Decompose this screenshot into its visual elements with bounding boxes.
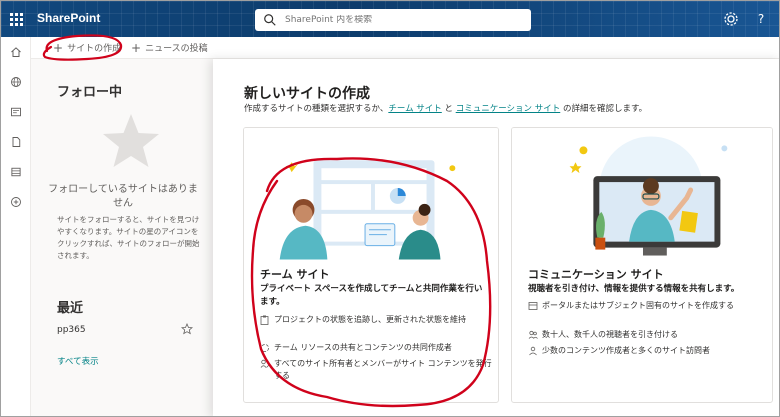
create-site-panel: 新しいサイトの作成 作成するサイトの種類を選択するか、チーム サイト と コミュ… bbox=[213, 59, 779, 416]
team-feature-text: プロジェクトの状態を追跡し、更新された状態を維持 bbox=[274, 315, 466, 324]
subtitle-text-pre: 作成するサイトの種類を選択するか、 bbox=[244, 104, 389, 114]
panel-title: 新しいサイトの作成 bbox=[244, 86, 370, 102]
app-bar bbox=[1, 37, 31, 416]
people-edit-icon bbox=[260, 358, 274, 370]
command-bar: + サイトの作成 + ニュースの投稿 bbox=[31, 37, 779, 59]
view-all-link[interactable]: すべて表示 bbox=[57, 355, 99, 367]
people-icon bbox=[528, 329, 542, 341]
following-empty-description: サイトをフォローすると、サイトを見つけやすくなります。サイトの星のアイコンをクリ… bbox=[57, 215, 200, 260]
app-launcher-button[interactable] bbox=[1, 1, 31, 37]
news-icon[interactable] bbox=[1, 97, 31, 127]
left-pane: フォロー中 フォローしているサイトはありません サイトをフォローすると、サイトを… bbox=[31, 59, 213, 416]
team-site-lead: プライベート スペースを作成してチームと共同作業を行います。 bbox=[260, 284, 483, 307]
team-site-link[interactable]: チーム サイト bbox=[388, 104, 441, 114]
suite-bar: SharePoint ? bbox=[1, 1, 779, 37]
search-input[interactable] bbox=[285, 15, 515, 25]
star-icon bbox=[103, 114, 159, 167]
communication-site-card[interactable]: コミュニケーション サイト 視聴者を引き付け、情報を提供する情報を共有します。 … bbox=[511, 127, 773, 403]
team-site-feature: すべてのサイト所有者とメンバーがサイト コンテンツを発行する bbox=[260, 358, 496, 382]
recent-site-link[interactable]: pp365 bbox=[57, 325, 197, 335]
create-site-label: サイトの作成 bbox=[67, 44, 122, 54]
add-icon[interactable] bbox=[1, 187, 31, 217]
team-site-feature: チーム リソースの共有とコンテンツの共同作成者 bbox=[260, 342, 496, 354]
communication-feature-text: ポータルまたはサブジェクト固有のサイトを作成する bbox=[542, 301, 734, 310]
communication-site-feature: 少数のコンテンツ作成者と多くのサイト訪問者 bbox=[528, 345, 764, 357]
team-feature-text: すべてのサイト所有者とメンバーがサイト コンテンツを発行する bbox=[274, 359, 492, 380]
document-icon[interactable] bbox=[1, 127, 31, 157]
panel-subtitle: 作成するサイトの種類を選択するか、チーム サイト と コミュニケーション サイト… bbox=[244, 102, 647, 114]
plus-icon: + bbox=[53, 40, 64, 55]
following-empty-title: フォローしているサイトはありません bbox=[48, 184, 198, 209]
communication-feature-text: 数十人、数千人の視聴者を引き付ける bbox=[542, 330, 678, 339]
globe-icon[interactable] bbox=[1, 67, 31, 97]
create-news-label: ニュースの投稿 bbox=[145, 44, 208, 54]
communication-site-feature: ポータルまたはサブジェクト固有のサイトを作成する bbox=[528, 300, 764, 312]
communication-site-feature: 数十人、数千人の視聴者を引き付ける bbox=[528, 329, 764, 341]
brand-title[interactable]: SharePoint bbox=[37, 11, 100, 25]
follow-star-icon[interactable] bbox=[181, 323, 193, 335]
recent-heading: 最近 bbox=[57, 301, 84, 316]
create-site-button[interactable]: + サイトの作成 bbox=[53, 40, 122, 55]
sync-icon bbox=[260, 342, 274, 354]
search-icon bbox=[264, 14, 276, 26]
lists-icon[interactable] bbox=[1, 157, 31, 187]
team-site-card[interactable]: チーム サイト プライベート スペースを作成してチームと共同作業を行います。 プ… bbox=[243, 127, 499, 403]
portal-icon bbox=[528, 300, 542, 312]
waffle-icon bbox=[9, 12, 23, 26]
reader-icon bbox=[528, 345, 542, 357]
team-site-title: チーム サイト bbox=[260, 268, 330, 281]
communication-site-illustration bbox=[512, 128, 772, 260]
subtitle-text-post: の詳細を確認します。 bbox=[560, 104, 648, 114]
team-site-illustration bbox=[244, 128, 498, 260]
team-site-feature: プロジェクトの状態を追跡し、更新された状態を維持 bbox=[260, 314, 496, 326]
help-icon[interactable]: ? bbox=[753, 11, 769, 27]
gear-icon[interactable] bbox=[723, 11, 739, 27]
plus-icon: + bbox=[131, 40, 142, 55]
home-icon[interactable] bbox=[1, 37, 31, 67]
communication-site-title: コミュニケーション サイト bbox=[528, 268, 664, 281]
browser-frame: SharePoint ? bbox=[0, 0, 780, 417]
subtitle-text-mid: と bbox=[441, 104, 456, 114]
create-news-button[interactable]: + ニュースの投稿 bbox=[131, 40, 208, 55]
communication-feature-text: 少数のコンテンツ作成者と多くのサイト訪問者 bbox=[542, 346, 710, 355]
communication-site-link[interactable]: コミュニケーション サイト bbox=[456, 104, 561, 114]
search-box[interactable] bbox=[255, 9, 531, 31]
following-heading: フォロー中 bbox=[57, 85, 123, 100]
team-feature-text: チーム リソースの共有とコンテンツの共同作成者 bbox=[274, 343, 452, 352]
communication-site-lead: 視聴者を引き付け、情報を提供する情報を共有します。 bbox=[528, 284, 740, 294]
clipboard-icon bbox=[260, 314, 274, 326]
